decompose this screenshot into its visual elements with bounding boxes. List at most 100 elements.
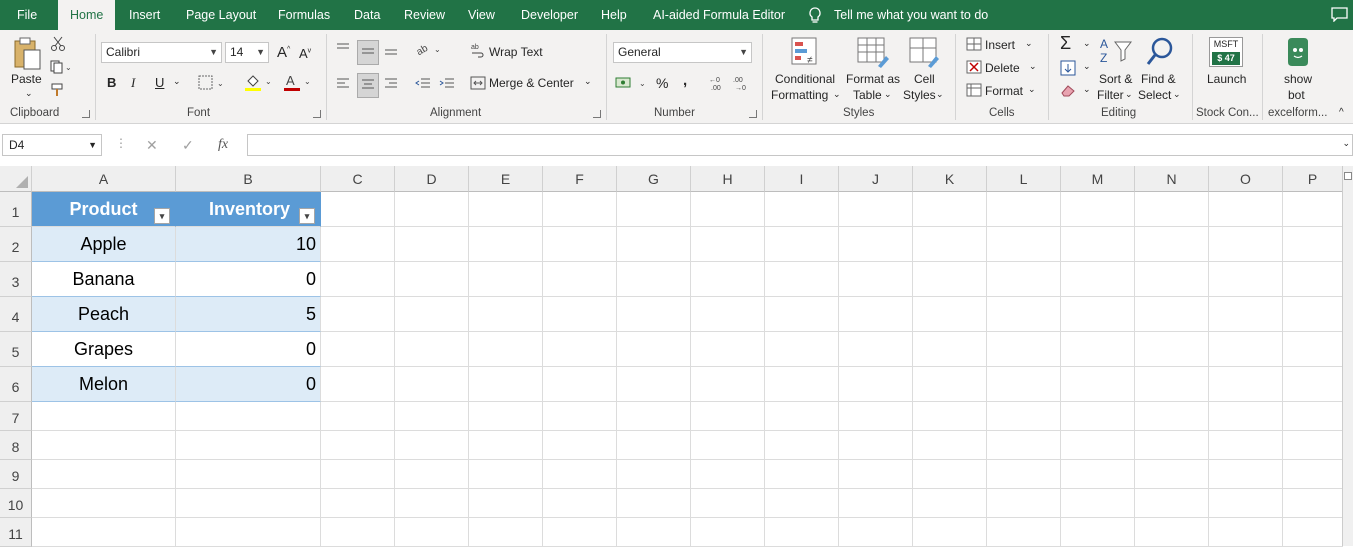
- stock-connector-icon[interactable]: MSFT $ 47: [1209, 37, 1243, 67]
- cell-k10[interactable]: [913, 489, 987, 518]
- align-bottom-icon[interactable]: [382, 40, 400, 61]
- cell-g7[interactable]: [617, 402, 691, 431]
- cell-p4[interactable]: [1283, 297, 1343, 332]
- cell-k7[interactable]: [913, 402, 987, 431]
- cell-c3[interactable]: [321, 262, 395, 297]
- cell-m11[interactable]: [1061, 518, 1135, 547]
- cell-b3[interactable]: 0: [176, 262, 321, 297]
- cell-m1[interactable]: [1061, 192, 1135, 227]
- column-header-h[interactable]: H: [691, 166, 765, 192]
- cell-g4[interactable]: [617, 297, 691, 332]
- borders-icon[interactable]: ⌄: [198, 75, 226, 94]
- cell-o5[interactable]: [1209, 332, 1283, 367]
- column-header-n[interactable]: N: [1135, 166, 1209, 192]
- cell-a10[interactable]: [32, 489, 176, 518]
- cell-p2[interactable]: [1283, 227, 1343, 262]
- cell-g2[interactable]: [617, 227, 691, 262]
- autosum-dropdown-icon[interactable]: ⌄: [1083, 38, 1091, 49]
- cell-d1[interactable]: [395, 192, 469, 227]
- cell-p3[interactable]: [1283, 262, 1343, 297]
- merge-center-button[interactable]: Merge & Center: [489, 76, 574, 90]
- wrap-text-icon[interactable]: ab: [470, 42, 486, 61]
- cell-o11[interactable]: [1209, 518, 1283, 547]
- cell-h11[interactable]: [691, 518, 765, 547]
- increase-decimal-icon[interactable]: ←0.00: [708, 74, 728, 95]
- format-as-table-icon[interactable]: [856, 36, 890, 71]
- font-launcher-icon[interactable]: [313, 110, 321, 118]
- cell-m7[interactable]: [1061, 402, 1135, 431]
- cell-b11[interactable]: [176, 518, 321, 547]
- cell-h5[interactable]: [691, 332, 765, 367]
- clipboard-launcher-icon[interactable]: [82, 110, 90, 118]
- cell-e1[interactable]: [469, 192, 543, 227]
- cell-f2[interactable]: [543, 227, 617, 262]
- column-header-p[interactable]: P: [1283, 166, 1343, 192]
- cell-f10[interactable]: [543, 489, 617, 518]
- cell-i8[interactable]: [765, 431, 839, 460]
- cell-o10[interactable]: [1209, 489, 1283, 518]
- cell-styles-button[interactable]: Cell: [914, 72, 935, 86]
- row-header-2[interactable]: 2: [0, 227, 32, 262]
- cell-a1[interactable]: Product ▾: [32, 192, 176, 227]
- cell-f8[interactable]: [543, 431, 617, 460]
- cell-j5[interactable]: [839, 332, 913, 367]
- percent-style-button[interactable]: %: [656, 75, 668, 91]
- cell-a8[interactable]: [32, 431, 176, 460]
- cell-m9[interactable]: [1061, 460, 1135, 489]
- cancel-icon[interactable]: ✕: [146, 137, 158, 154]
- name-box[interactable]: D4 ▼: [2, 134, 102, 156]
- row-header-8[interactable]: 8: [0, 431, 32, 460]
- cell-n11[interactable]: [1135, 518, 1209, 547]
- cell-styles-icon[interactable]: [908, 36, 942, 71]
- cut-icon[interactable]: [50, 36, 66, 55]
- cell-f3[interactable]: [543, 262, 617, 297]
- increase-indent-icon[interactable]: [438, 74, 456, 95]
- tab-help[interactable]: Help: [601, 0, 627, 30]
- cell-d8[interactable]: [395, 431, 469, 460]
- cell-p1[interactable]: [1283, 192, 1343, 227]
- cell-o9[interactable]: [1209, 460, 1283, 489]
- underline-button[interactable]: U: [155, 75, 164, 90]
- cell-d6[interactable]: [395, 367, 469, 402]
- column-header-l[interactable]: L: [987, 166, 1061, 192]
- cell-n6[interactable]: [1135, 367, 1209, 402]
- cell-g11[interactable]: [617, 518, 691, 547]
- row-header-11[interactable]: 11: [0, 518, 32, 547]
- column-header-j[interactable]: J: [839, 166, 913, 192]
- cell-k4[interactable]: [913, 297, 987, 332]
- cell-l5[interactable]: [987, 332, 1061, 367]
- cell-n9[interactable]: [1135, 460, 1209, 489]
- format-painter-icon[interactable]: [50, 82, 66, 101]
- column-header-a[interactable]: A: [32, 166, 176, 192]
- underline-dropdown-icon[interactable]: ⌄: [173, 76, 181, 87]
- decrease-indent-icon[interactable]: [414, 74, 432, 95]
- sort-filter-icon[interactable]: AZ: [1100, 36, 1134, 71]
- cell-n7[interactable]: [1135, 402, 1209, 431]
- cell-l10[interactable]: [987, 489, 1061, 518]
- cell-l6[interactable]: [987, 367, 1061, 402]
- cell-c1[interactable]: [321, 192, 395, 227]
- cell-d2[interactable]: [395, 227, 469, 262]
- sort-filter-button[interactable]: Sort &: [1099, 72, 1132, 86]
- column-header-c[interactable]: C: [321, 166, 395, 192]
- cell-j9[interactable]: [839, 460, 913, 489]
- cell-i3[interactable]: [765, 262, 839, 297]
- cell-e11[interactable]: [469, 518, 543, 547]
- expand-formula-icon[interactable]: ⌄: [1342, 138, 1350, 149]
- cell-l2[interactable]: [987, 227, 1061, 262]
- insert-button[interactable]: Insert: [985, 38, 1015, 52]
- bot-icon[interactable]: [1284, 36, 1312, 71]
- cell-h10[interactable]: [691, 489, 765, 518]
- cell-n4[interactable]: [1135, 297, 1209, 332]
- insert-function-icon[interactable]: fx: [218, 137, 228, 153]
- cell-l3[interactable]: [987, 262, 1061, 297]
- row-header-1[interactable]: 1: [0, 192, 32, 227]
- cell-m10[interactable]: [1061, 489, 1135, 518]
- cell-g9[interactable]: [617, 460, 691, 489]
- autosum-icon[interactable]: Σ: [1060, 33, 1071, 54]
- cell-a4[interactable]: Peach: [32, 297, 176, 332]
- accounting-format-icon[interactable]: ⌄: [615, 75, 649, 94]
- clear-dropdown-icon[interactable]: ⌄: [1083, 84, 1091, 95]
- cell-b1[interactable]: Inventory ▾: [176, 192, 321, 227]
- cell-a7[interactable]: [32, 402, 176, 431]
